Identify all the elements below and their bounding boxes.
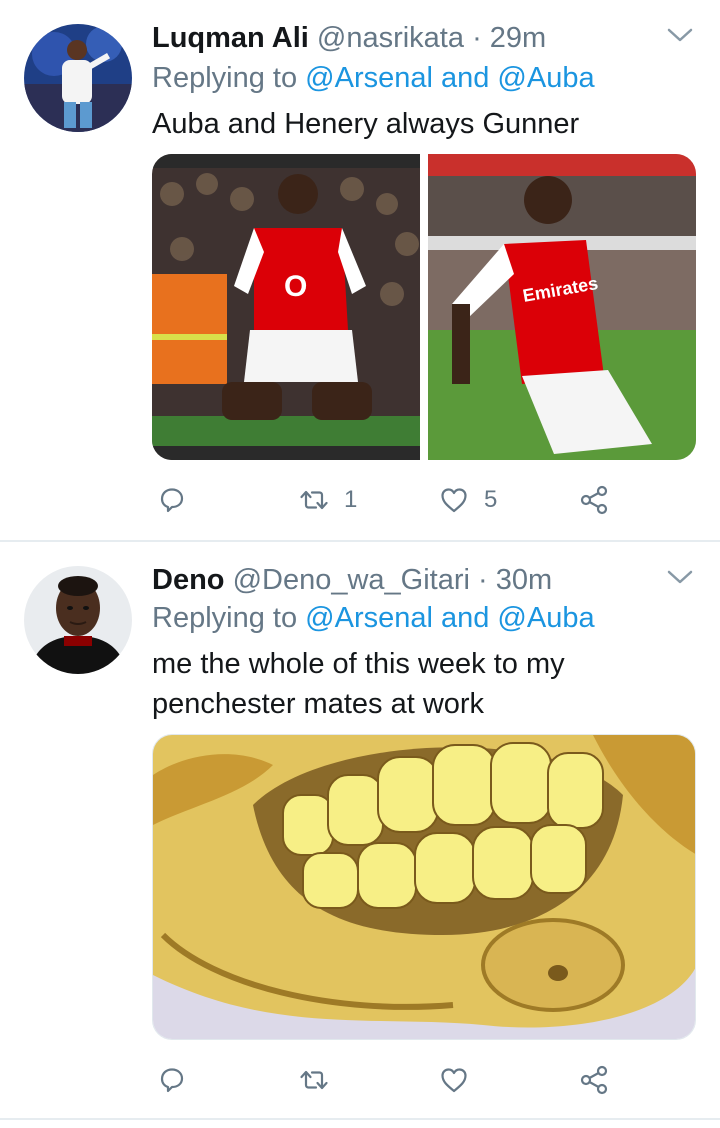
share-icon: [580, 485, 608, 515]
tweet-1[interactable]: Luqman Ali @nasrikata · 29m Replying to …: [0, 0, 720, 540]
tweet-header: Luqman Ali @nasrikata · 29m: [152, 22, 546, 55]
grinning-face-meme-image[interactable]: [153, 735, 696, 1040]
share-icon: [580, 1065, 608, 1095]
player-kneeling-celebration-photo: O: [152, 154, 420, 460]
avatar[interactable]: [24, 566, 132, 674]
player-sliding-celebration-photo: Emirates: [428, 154, 696, 460]
separator-dot: ·: [472, 22, 482, 54]
retweet-count: 1: [344, 486, 358, 513]
tweet-text-line: penchester mates at work: [152, 688, 485, 720]
media-image[interactable]: [152, 734, 696, 1040]
user-handle[interactable]: @nasrikata: [317, 22, 464, 54]
reply-icon: [160, 488, 184, 513]
retweet-button[interactable]: 1: [298, 480, 357, 520]
reply-icon: [160, 1068, 184, 1093]
replying-to-links[interactable]: @Arsenal and @Auba: [305, 62, 594, 94]
like-button[interactable]: 5: [438, 480, 497, 520]
retweet-icon: [300, 490, 328, 510]
display-name[interactable]: Deno: [152, 564, 225, 596]
replying-to: Replying to @Arsenal and @Auba: [152, 62, 595, 95]
retweet-icon: [300, 1070, 328, 1090]
svg-text:O: O: [284, 270, 307, 303]
tweet-text: Auba and Henery always Gunner: [152, 108, 580, 140]
tweet-text: me the whole of this week to my penchest…: [152, 644, 565, 724]
display-name[interactable]: Luqman Ali: [152, 22, 309, 54]
reply-button[interactable]: [156, 480, 202, 520]
replying-to-links[interactable]: @Arsenal and @Auba: [305, 602, 594, 634]
replying-to: Replying to @Arsenal and @Auba: [152, 602, 595, 635]
avatar[interactable]: [24, 24, 132, 132]
replying-to-label: Replying to: [152, 62, 298, 94]
tweet-actions: 1 5: [152, 480, 696, 520]
tweet-actions: [152, 1060, 696, 1100]
user-handle[interactable]: @Deno_wa_Gitari: [233, 564, 470, 596]
share-button[interactable]: [578, 1060, 610, 1100]
timestamp[interactable]: 29m: [490, 22, 546, 54]
media-photos[interactable]: O Emirates: [152, 154, 696, 460]
chevron-down-icon[interactable]: [666, 568, 694, 586]
timestamp[interactable]: 30m: [496, 564, 552, 596]
share-button[interactable]: [578, 480, 610, 520]
tweet-text-line: me the whole of this week to my: [152, 648, 565, 680]
reply-button[interactable]: [156, 1060, 202, 1100]
separator-dot: ·: [478, 564, 488, 596]
tweet-divider: [0, 1118, 720, 1120]
media-grid[interactable]: O Emirates: [152, 154, 696, 460]
like-button[interactable]: [438, 1060, 484, 1100]
chevron-down-icon[interactable]: [666, 26, 694, 44]
like-icon: [441, 488, 467, 513]
retweet-button[interactable]: [298, 1060, 344, 1100]
like-icon: [441, 1068, 467, 1093]
tweet-header: Deno @Deno_wa_Gitari · 30m: [152, 564, 552, 597]
like-count: 5: [484, 486, 498, 513]
replying-to-label: Replying to: [152, 602, 298, 634]
tweet-2[interactable]: Deno @Deno_wa_Gitari · 30m Replying to @…: [0, 542, 720, 1128]
